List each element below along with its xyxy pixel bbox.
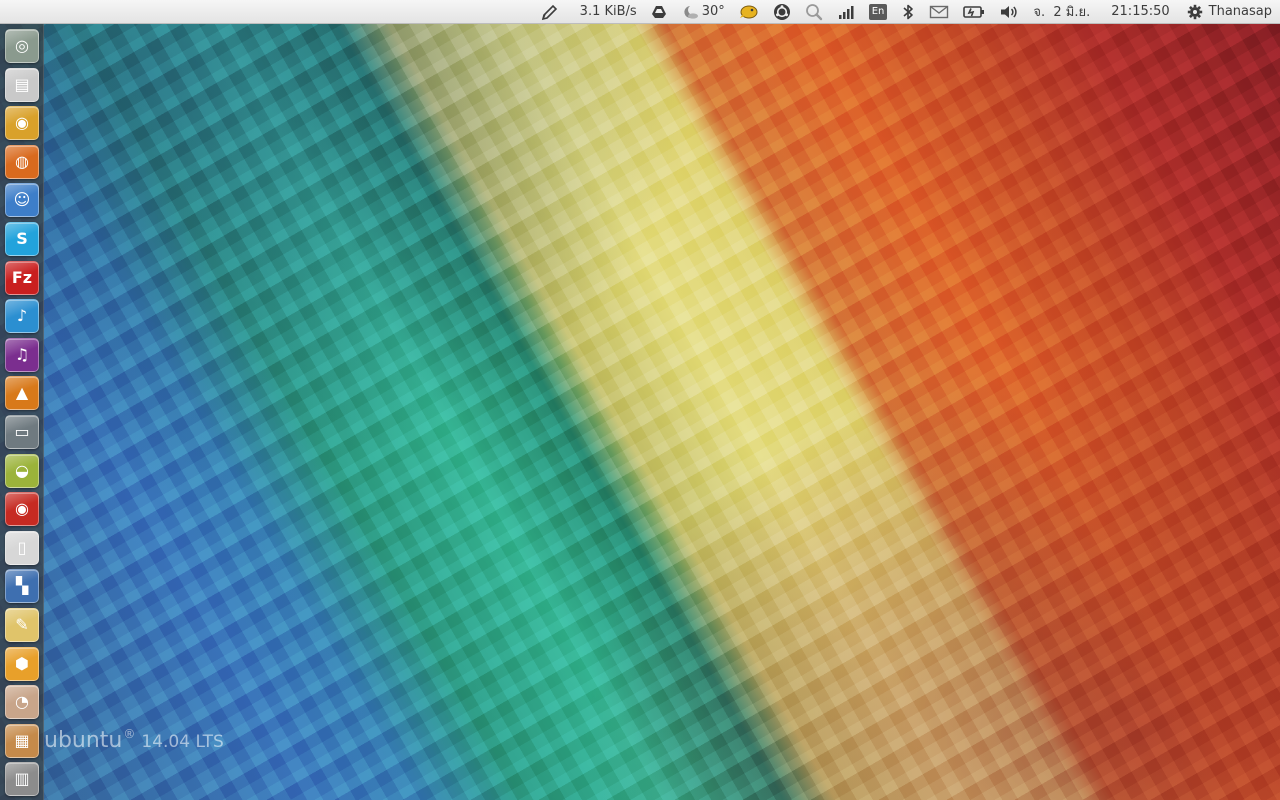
watermark-brand: ubuntu: [44, 728, 123, 753]
chrome-icon: ◉: [15, 113, 29, 132]
launcher-item-vlc[interactable]: ▲: [5, 376, 39, 410]
launcher-item-text-editor[interactable]: ✎: [5, 608, 39, 642]
launcher-item-chrome[interactable]: ◉: [5, 106, 39, 140]
bluetooth-indicator[interactable]: [894, 0, 922, 24]
launcher-item-deadbeef[interactable]: ♪: [5, 299, 39, 333]
vlc-cone-icon: ▲: [15, 383, 29, 402]
pidgin-indicator[interactable]: [732, 0, 766, 24]
pen-indicator[interactable]: [534, 0, 566, 24]
network-speed-indicator[interactable]: 3.1 KiB/s: [566, 0, 644, 24]
document-icon: ▯: [17, 538, 27, 557]
unity-launcher: ◎ ▤ ◉ ◍ ☺ S Fz ♪ ♫ ▲ ▭ ◒ ◉ ▯ ▚ ✎ ⬢ ◔ ▦ ▥: [0, 24, 44, 800]
launcher-item-files[interactable]: ▤: [5, 68, 39, 102]
google-drive-icon: [651, 5, 666, 18]
launcher-item-eye-of-gnome[interactable]: ◔: [5, 685, 39, 719]
weather-indicator[interactable]: 30°: [674, 0, 732, 24]
launcher-item-video-player[interactable]: ▭: [5, 415, 39, 449]
pidgin-messenger-icon: [739, 5, 758, 18]
launcher-item-image-viewer[interactable]: ▦: [5, 724, 39, 758]
launcher-item-dash-home[interactable]: ◎: [5, 29, 39, 63]
tv-icon: ▭: [14, 422, 30, 441]
skype-icon: S: [16, 229, 28, 248]
launcher-item-filezilla[interactable]: Fz: [5, 261, 39, 295]
gear-icon: [1187, 4, 1202, 19]
launcher-item-wine[interactable]: ◒: [5, 454, 39, 488]
ubuntu-sync-icon: [773, 3, 790, 20]
network-signal-icon: [838, 5, 854, 19]
watermark-version: 14.04 LTS: [141, 732, 224, 752]
clock-indicator[interactable]: 21:15:50: [1097, 0, 1176, 24]
ubuntu-version-watermark: ubuntu ® 14.04 LTS: [44, 727, 224, 753]
launcher-item-firefox[interactable]: ◍: [5, 145, 39, 179]
launcher-item-empathy[interactable]: ☺: [5, 183, 39, 217]
trash-icon: ▥: [14, 769, 30, 788]
weather-temperature: 30°: [701, 4, 725, 19]
bluetooth-icon: [903, 4, 914, 19]
drive-indicator[interactable]: [644, 0, 674, 24]
battery-icon: [963, 5, 985, 18]
battery-indicator[interactable]: [956, 0, 992, 24]
launcher-item-skype[interactable]: S: [5, 222, 39, 256]
top-panel: 3.1 KiB/s 30° En จ. 2 มิ.ย. 21:15:50 Tha…: [0, 0, 1280, 24]
eye-icon: ◔: [15, 692, 29, 711]
disc-icon: ◉: [15, 499, 29, 518]
keyboard-layout-badge: En: [868, 3, 888, 20]
file-cabinet-icon: ▤: [14, 75, 30, 94]
network-speed-text: 3.1 KiB/s: [579, 4, 637, 19]
moon-weather-icon: [684, 5, 698, 19]
firefox-icon: ◍: [15, 152, 29, 171]
launcher-item-audio-player[interactable]: ♫: [5, 338, 39, 372]
volume-icon: [1001, 5, 1018, 18]
volume-indicator[interactable]: [992, 0, 1026, 24]
wallpaper-weave-texture: [0, 0, 1280, 800]
clock-time: 21:15:50: [1111, 4, 1170, 19]
headphones-icon: ♫: [14, 345, 30, 364]
date-indicator[interactable]: จ. 2 มิ.ย.: [1026, 0, 1097, 24]
office-icon: ▚: [15, 576, 29, 595]
search-indicator[interactable]: [798, 0, 830, 24]
user-name: Thanasap: [1208, 4, 1272, 19]
date-text: จ. 2 มิ.ย.: [1033, 5, 1091, 20]
launcher-item-disc-burner[interactable]: ◉: [5, 492, 39, 526]
pen-icon: [541, 4, 557, 20]
keyboard-indicator[interactable]: En: [862, 0, 895, 24]
mail-icon: [930, 5, 949, 18]
music-note-icon: ♪: [16, 306, 28, 325]
network-indicator[interactable]: [830, 0, 862, 24]
launcher-item-libreoffice[interactable]: ▚: [5, 569, 39, 603]
chat-bubble-icon: ☺: [13, 190, 31, 209]
sync-indicator[interactable]: [766, 0, 798, 24]
notepad-icon: ✎: [15, 615, 29, 634]
watermark-registered-mark: ®: [123, 727, 136, 741]
search-icon: [805, 3, 822, 20]
session-indicator[interactable]: Thanasap: [1177, 0, 1274, 24]
wine-glass-icon: ◒: [15, 461, 29, 480]
filezilla-icon: Fz: [11, 268, 33, 287]
launcher-item-unity-tweak[interactable]: ⬢: [5, 647, 39, 681]
messaging-indicator[interactable]: [922, 0, 956, 24]
photo-icon: ▦: [14, 731, 30, 750]
launcher-item-trash[interactable]: ▥: [5, 762, 39, 796]
desktop-wallpaper: [0, 0, 1280, 800]
launcher-item-documents[interactable]: ▯: [5, 531, 39, 565]
ubuntu-logo-icon: ◎: [15, 36, 29, 55]
hexagon-icon: ⬢: [15, 654, 29, 673]
